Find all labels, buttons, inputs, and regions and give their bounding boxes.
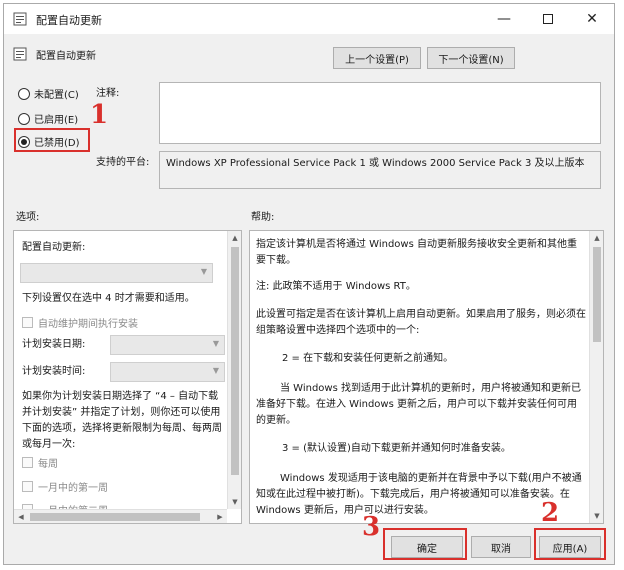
checkbox-label: 一月中的第一周: [38, 483, 108, 494]
checkbox[interactable]: [22, 317, 33, 328]
help-paragraph: 2 = 在下载和安装任何更新之前通知。: [282, 353, 454, 364]
schedule-day-dropdown[interactable]: ▼: [110, 335, 225, 355]
title-bar: 配置自动更新 — ✕: [4, 4, 614, 34]
cancel-button[interactable]: 取消: [471, 536, 531, 558]
first-week-checkbox[interactable]: 一月中的第一周: [22, 479, 108, 494]
comment-label: 注释:: [96, 88, 120, 99]
scroll-down-icon[interactable]: ▼: [590, 509, 603, 523]
policy-dialog: 配置自动更新 — ✕ 配置自动更新 上一个设置(P) 下一个设置(N) 未配置(…: [3, 3, 615, 565]
configure-dropdown[interactable]: ▼: [20, 263, 213, 283]
radio-circle[interactable]: [18, 87, 30, 100]
policy-icon: [13, 47, 27, 61]
options-vertical-scrollbar[interactable]: ▲ ▼: [227, 231, 241, 509]
chevron-down-icon: ▼: [212, 366, 219, 375]
schedule-time-dropdown[interactable]: ▼: [110, 362, 225, 382]
annotation-step-1: 1: [90, 100, 109, 130]
description-line: 并计划安装” 并指定了计划，则你还可以使用: [22, 407, 221, 418]
options-panel: 配置自动更新: ▼ 下列设置仅在选中 4 时才需要和适用。 自动维护期间执行安装…: [13, 230, 242, 524]
checkbox[interactable]: [22, 481, 33, 492]
window-title: 配置自动更新: [36, 14, 102, 27]
checkbox-label: 每周: [38, 459, 58, 470]
scroll-thumb[interactable]: [593, 247, 601, 342]
weekly-checkbox[interactable]: 每周: [22, 455, 58, 470]
maximize-icon: [543, 14, 553, 24]
help-paragraph: 此设置可指定是否在该计算机上启用自动更新。如果启用了服务，则必须在组策略设置中选…: [256, 309, 586, 336]
policy-name: 配置自动更新: [36, 51, 96, 62]
chevron-down-icon: ▼: [212, 339, 219, 348]
radio-enabled[interactable]: 已启用(E): [18, 111, 78, 126]
configure-label: 配置自动更新:: [22, 242, 86, 253]
options-label: 选项:: [16, 212, 40, 223]
scroll-thumb[interactable]: [30, 513, 200, 521]
policy-icon: [13, 12, 27, 26]
schedule-time-label: 计划安装时间:: [22, 366, 86, 377]
scroll-up-icon[interactable]: ▲: [228, 231, 241, 245]
radio-label: 已启用(E): [34, 115, 79, 126]
minimize-button[interactable]: —: [482, 4, 526, 34]
description-line: 如果你为计划安装日期选择了 “4 – 自动下载: [22, 391, 219, 402]
scroll-left-icon[interactable]: ◀: [14, 510, 28, 523]
help-paragraph: Windows 发现适用于该电脑的更新并在背景中予以下载(用户不被通知或在此过程…: [256, 473, 582, 516]
maintenance-checkbox[interactable]: 自动维护期间执行安装: [22, 315, 138, 330]
maximize-button[interactable]: [526, 4, 570, 34]
radio-circle[interactable]: [18, 112, 30, 125]
comment-textarea[interactable]: [159, 82, 601, 144]
scroll-right-icon[interactable]: ▶: [213, 510, 227, 523]
help-paragraph: 注: 此政策不适用于 Windows RT。: [256, 281, 416, 292]
radio-not-configured[interactable]: 未配置(C): [18, 86, 79, 101]
radio-label: 未配置(C): [34, 90, 79, 101]
checkbox[interactable]: [22, 457, 33, 468]
help-label: 帮助:: [251, 212, 275, 223]
scroll-down-icon[interactable]: ▼: [228, 495, 241, 509]
platform-label: 支持的平台:: [96, 157, 150, 168]
close-button[interactable]: ✕: [570, 4, 614, 34]
scroll-up-icon[interactable]: ▲: [590, 231, 603, 245]
annotation-step-3: 3: [362, 512, 381, 542]
minimize-icon: —: [497, 11, 511, 27]
description-line: 或每月一次:: [22, 439, 76, 450]
help-panel: 指定该计算机是否将通过 Windows 自动更新服务接收安全更新和其他重要下载。…: [249, 230, 604, 524]
note-text: 下列设置仅在选中 4 时才需要和适用。: [22, 293, 195, 304]
previous-setting-button[interactable]: 上一个设置(P): [333, 47, 421, 69]
schedule-day-label: 计划安装日期:: [22, 339, 86, 350]
highlight-ok-button: [383, 528, 467, 560]
highlight-disabled-option: [14, 128, 90, 152]
options-horizontal-scrollbar[interactable]: ◀ ▶: [14, 509, 227, 523]
close-icon: ✕: [586, 11, 598, 27]
chevron-down-icon: ▼: [200, 267, 207, 276]
description-line: 下面的选项，选择将更新限制为每周、每两周: [22, 423, 222, 434]
highlight-apply-button: [534, 528, 606, 560]
help-paragraph: 3 = (默认设置)自动下载更新并通知何时准备安装。: [282, 443, 511, 454]
checkbox-label: 自动维护期间执行安装: [38, 319, 138, 330]
scroll-thumb[interactable]: [231, 247, 239, 475]
help-vertical-scrollbar[interactable]: ▲ ▼: [589, 231, 603, 523]
platform-value: Windows XP Professional Service Pack 1 或…: [159, 151, 601, 189]
next-setting-button[interactable]: 下一个设置(N): [427, 47, 515, 69]
annotation-step-2: 2: [541, 498, 560, 528]
help-paragraph: 指定该计算机是否将通过 Windows 自动更新服务接收安全更新和其他重要下载。: [256, 239, 577, 266]
help-paragraph: 当 Windows 找到适用于此计算机的更新时，用户将被通知和更新已准备好下载。…: [256, 383, 581, 426]
